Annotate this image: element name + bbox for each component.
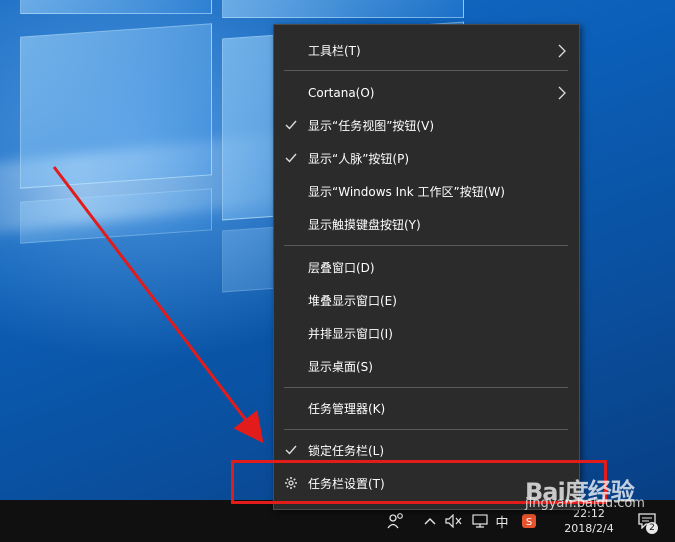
- menu-separator: [284, 429, 568, 430]
- menu-item-show-windows-ink[interactable]: 显示“Windows Ink 工作区”按钮(W): [274, 175, 579, 208]
- menu-separator: [284, 70, 568, 71]
- menu-item-label: 堆叠显示窗口(E): [308, 294, 397, 308]
- menu-item-show-people[interactable]: 显示“人脉”按钮(P): [274, 142, 579, 175]
- menu-item-side-by-side[interactable]: 并排显示窗口(I): [274, 317, 579, 350]
- checkmark-icon: [285, 445, 297, 455]
- menu-item-label: 层叠窗口(D): [308, 261, 375, 275]
- menu-item-task-manager[interactable]: 任务管理器(K): [274, 392, 579, 425]
- checkmark-icon: [285, 120, 297, 130]
- menu-item-cortana[interactable]: Cortana(O): [274, 76, 579, 109]
- menu-item-label: 显示桌面(S): [308, 360, 373, 374]
- speaker-muted-icon[interactable]: [444, 506, 464, 536]
- taskbar-context-menu: 工具栏(T) Cortana(O) 显示“任务视图”按钮(V) 显示“人脉”按钮…: [273, 24, 580, 510]
- menu-item-label: 显示触摸键盘按钮(Y): [308, 218, 421, 232]
- menu-separator: [284, 387, 568, 388]
- menu-item-label: 显示“人脉”按钮(P): [308, 152, 410, 166]
- menu-item-label: 锁定任务栏(L): [308, 444, 385, 458]
- menu-item-label: 并排显示窗口(I): [308, 327, 393, 341]
- menu-item-stack-windows[interactable]: 堆叠显示窗口(E): [274, 284, 579, 317]
- clock-date: 2018/2/4: [564, 522, 614, 535]
- menu-item-show-desktop[interactable]: 显示桌面(S): [274, 350, 579, 383]
- menu-item-toolbars[interactable]: 工具栏(T): [274, 34, 579, 67]
- baidu-jingyan-watermark: Bai度经验 jingyan.baidu.com: [525, 468, 670, 518]
- menu-item-label: 显示“Windows Ink 工作区”按钮(W): [308, 185, 505, 199]
- menu-item-cascade-windows[interactable]: 层叠窗口(D): [274, 251, 579, 284]
- menu-item-show-touch-keyboard[interactable]: 显示触摸键盘按钮(Y): [274, 208, 579, 241]
- checkmark-icon: [285, 153, 297, 163]
- chevron-up-icon[interactable]: [421, 506, 439, 536]
- menu-item-show-task-view[interactable]: 显示“任务视图”按钮(V): [274, 109, 579, 142]
- chevron-right-icon: [558, 86, 566, 100]
- menu-item-label: 显示“任务视图”按钮(V): [308, 119, 435, 133]
- menu-item-label: 工具栏(T): [308, 44, 361, 58]
- menu-item-label: Cortana(O): [308, 85, 375, 100]
- watermark-url: jingyan.baidu.com: [525, 496, 645, 511]
- chevron-right-icon: [558, 44, 566, 58]
- notification-count-badge: 2: [646, 522, 658, 534]
- ime-indicator[interactable]: 中: [493, 506, 511, 536]
- network-icon[interactable]: [470, 506, 490, 536]
- menu-separator: [284, 245, 568, 246]
- menu-item-label: 任务管理器(K): [308, 402, 386, 416]
- people-icon[interactable]: [384, 506, 408, 536]
- svg-text:S: S: [526, 517, 532, 528]
